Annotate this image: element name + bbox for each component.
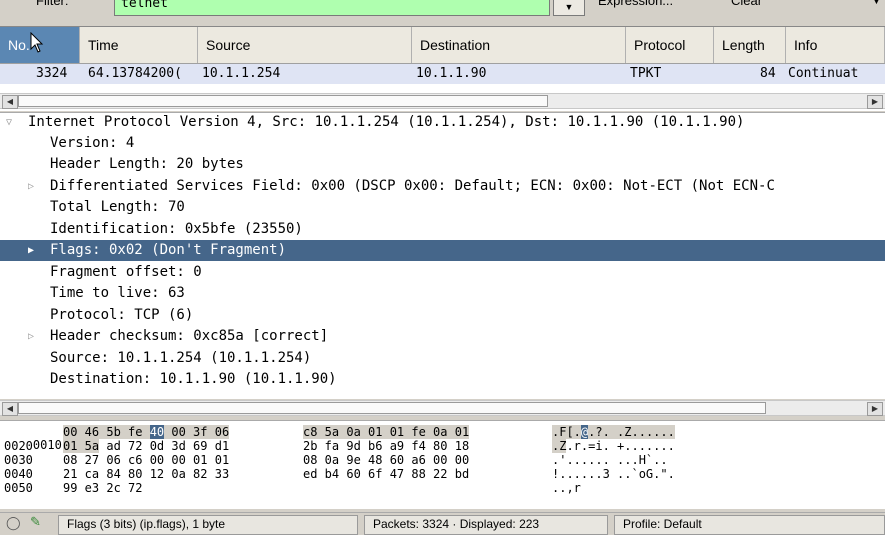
tree-item-protocol[interactable]: Protocol: TCP (6) bbox=[0, 305, 885, 326]
bytes-hex[interactable]: 00 46 5b fe 40 00 3f 06 bbox=[63, 425, 230, 439]
bytes-hex[interactable]: 08 27 06 c6 00 00 01 01 bbox=[63, 454, 229, 467]
chevron-down-icon[interactable]: ▼ bbox=[872, 0, 881, 6]
cell-source: 10.1.1.254 bbox=[202, 66, 281, 81]
details-hscrollbar[interactable]: ◀ ▶ bbox=[0, 400, 885, 416]
clear-button[interactable]: Clear bbox=[731, 0, 762, 8]
tree-item-identification[interactable]: Identification: 0x5bfe (23550) bbox=[0, 219, 885, 240]
bytes-hex[interactable]: c8 5a 0a 01 01 fe 0a 01 bbox=[303, 425, 470, 439]
collapsed-triangle-icon[interactable]: ▶ bbox=[28, 240, 34, 261]
bytes-row[interactable]: 0020 bbox=[4, 440, 33, 453]
collapsed-triangle-icon[interactable]: ▷ bbox=[28, 176, 34, 197]
bytes-ascii[interactable]: .Z.r.=i. +....... bbox=[552, 439, 675, 453]
packet-row[interactable]: 3324 64.13784200( 10.1.1.254 10.1.1.90 T… bbox=[0, 64, 885, 84]
bytes-hex[interactable]: 2b fa 9d b6 a9 f4 80 18 bbox=[303, 440, 469, 453]
packet-list: No. Time Source Destination Protocol Len… bbox=[0, 26, 885, 111]
packet-list-header: No. Time Source Destination Protocol Len… bbox=[0, 27, 885, 64]
cell-time: 64.13784200( bbox=[88, 66, 182, 81]
bytes-ascii[interactable]: !......3 ..`oG.". bbox=[552, 468, 675, 481]
cell-destination: 10.1.1.90 bbox=[416, 66, 487, 81]
tree-item-source[interactable]: Source: 10.1.1.254 (10.1.1.254) bbox=[0, 348, 885, 369]
bytes-ascii[interactable]: .'...... ...H`.. bbox=[552, 454, 668, 467]
filter-toolbar: Filter: telnet ▼ Expression... Clear ▼ bbox=[0, 0, 885, 18]
scrollbar-thumb[interactable] bbox=[18, 95, 548, 107]
bytes-ascii[interactable]: .F[.@.?. .Z...... bbox=[552, 425, 675, 439]
column-header-protocol[interactable]: Protocol bbox=[626, 27, 714, 63]
packet-bytes-pane: 0010 00 46 5b fe 40 00 3f 06 c8 5a 0a 01… bbox=[0, 420, 885, 509]
expert-info-icon[interactable]: ◯ bbox=[6, 515, 21, 531]
packet-list-hscrollbar[interactable]: ◀ ▶ bbox=[0, 93, 885, 109]
expanded-triangle-icon[interactable]: ▽ bbox=[6, 113, 12, 133]
filter-input[interactable]: telnet bbox=[114, 0, 550, 16]
tree-item-ip-header[interactable]: ▽ Internet Protocol Version 4, Src: 10.1… bbox=[0, 113, 885, 133]
tree-item-dsfield[interactable]: ▷ Differentiated Services Field: 0x00 (D… bbox=[0, 176, 885, 197]
cell-length: 84 bbox=[760, 66, 776, 81]
scroll-left-icon[interactable]: ◀ bbox=[2, 95, 18, 109]
bytes-row[interactable]: 0010 bbox=[4, 426, 62, 452]
bytes-ascii[interactable]: ..,r bbox=[552, 482, 581, 495]
bytes-hex[interactable]: ed b4 60 6f 47 88 22 bd bbox=[303, 468, 469, 481]
bytes-hex[interactable]: 99 e3 2c 72 bbox=[63, 482, 142, 495]
tree-item-flags[interactable]: ▶ Flags: 0x02 (Don't Fragment) bbox=[0, 240, 885, 261]
column-header-destination[interactable]: Destination bbox=[412, 27, 626, 63]
status-bar: ◯ ✎ Flags (3 bits) (ip.flags), 1 byte Pa… bbox=[0, 512, 885, 535]
chevron-down-icon: ▼ bbox=[564, 2, 574, 12]
tree-item-header-length[interactable]: Header Length: 20 bytes bbox=[0, 154, 885, 175]
column-header-time[interactable]: Time bbox=[80, 27, 198, 63]
column-header-length[interactable]: Length bbox=[714, 27, 786, 63]
filter-label: Filter: bbox=[36, 0, 69, 8]
mouse-pointer-icon bbox=[30, 32, 44, 53]
column-header-source[interactable]: Source bbox=[198, 27, 412, 63]
expression-button[interactable]: Expression... bbox=[598, 0, 673, 8]
scrollbar-thumb[interactable] bbox=[18, 402, 766, 414]
bytes-row[interactable]: 0050 bbox=[4, 482, 33, 495]
bytes-row[interactable]: 0030 bbox=[4, 454, 33, 467]
status-profile[interactable]: Profile: Default bbox=[614, 515, 885, 535]
tree-item-version[interactable]: Version: 4 bbox=[0, 133, 885, 154]
cell-info: Continuat bbox=[788, 66, 859, 81]
scroll-left-icon[interactable]: ◀ bbox=[2, 402, 18, 416]
tree-item-fragment-offset[interactable]: Fragment offset: 0 bbox=[0, 262, 885, 283]
tree-item-ttl[interactable]: Time to live: 63 bbox=[0, 283, 885, 304]
collapsed-triangle-icon[interactable]: ▷ bbox=[28, 326, 34, 347]
bytes-hex[interactable]: 21 ca 84 80 12 0a 82 33 bbox=[63, 468, 229, 481]
bytes-hex[interactable]: 08 0a 9e 48 60 a6 00 00 bbox=[303, 454, 469, 467]
packet-details-tree: ▽ Internet Protocol Version 4, Src: 10.1… bbox=[0, 112, 885, 399]
bytes-hex[interactable]: 01 5a ad 72 0d 3d 69 d1 bbox=[63, 439, 229, 453]
tree-item-destination[interactable]: Destination: 10.1.1.90 (10.1.1.90) bbox=[0, 369, 885, 390]
cell-protocol: TPKT bbox=[630, 66, 662, 81]
bytes-row[interactable]: 0040 bbox=[4, 468, 33, 481]
status-field-info: Flags (3 bits) (ip.flags), 1 byte bbox=[58, 515, 358, 535]
tree-item-total-length[interactable]: Total Length: 70 bbox=[0, 197, 885, 218]
cell-no: 3324 bbox=[36, 66, 68, 81]
tree-item-checksum[interactable]: ▷ Header checksum: 0xc85a [correct] bbox=[0, 326, 885, 347]
filter-history-dropdown[interactable]: ▼ bbox=[553, 0, 585, 16]
scroll-right-icon[interactable]: ▶ bbox=[867, 402, 883, 416]
column-header-info[interactable]: Info bbox=[786, 27, 885, 63]
status-packets: Packets: 3324 · Displayed: 223 bbox=[364, 515, 608, 535]
scroll-right-icon[interactable]: ▶ bbox=[867, 95, 883, 109]
